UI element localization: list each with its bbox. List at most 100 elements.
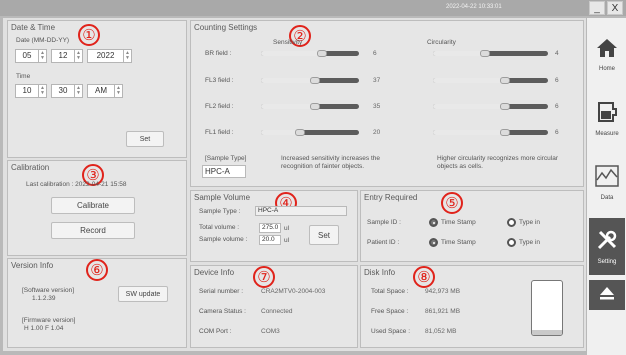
year-spinner[interactable]: 2022 ▲ ▼: [87, 49, 132, 63]
set-datetime-button[interactable]: Set: [126, 131, 164, 147]
circularity-slider[interactable]: [433, 103, 548, 110]
sensitivity-slider-knob[interactable]: [295, 129, 305, 136]
annotation-5: ⑤: [441, 192, 463, 214]
field-label: FL1 field :: [205, 129, 234, 136]
sensitivity-slider-fill: [261, 78, 315, 83]
sensitivity-value: 6: [373, 50, 377, 57]
sensitivity-slider[interactable]: [261, 77, 359, 84]
sidebar-item-label: Measure: [595, 130, 619, 137]
sidebar-item-data[interactable]: Data: [589, 154, 625, 211]
datetime-panel: Date & Time ① Date (MM-DD-YY) 05 ▲ ▼ 12 ▲…: [7, 20, 187, 158]
sample-type-label: [Sample Type]: [205, 155, 247, 162]
circularity-slider-fill: [433, 104, 505, 109]
month-spinner[interactable]: 05 ▲ ▼: [15, 49, 47, 63]
spin-arrows-icon[interactable]: ▲ ▼: [123, 50, 131, 62]
sensitivity-slider[interactable]: [261, 103, 359, 110]
spin-arrows-icon[interactable]: ▲ ▼: [38, 50, 46, 62]
circularity-slider-knob[interactable]: [500, 129, 510, 136]
circularity-slider[interactable]: [433, 77, 548, 84]
minute-spinner[interactable]: 30 ▲ ▼: [51, 84, 83, 98]
counting-title: Counting Settings: [194, 23, 258, 32]
sidebar-item-setting[interactable]: Setting: [589, 218, 625, 275]
hour-spinner[interactable]: 10 ▲ ▼: [15, 84, 47, 98]
disk-info-panel: Disk Info ⑧ Total Space : 942,973 MB Fre…: [360, 265, 584, 348]
total-volume-input[interactable]: 275.0: [259, 223, 281, 233]
ampm-value: AM: [95, 86, 107, 95]
sample-id-label: Sample ID :: [367, 219, 401, 226]
circularity-slider-knob[interactable]: [500, 77, 510, 84]
circularity-value: 6: [555, 77, 559, 84]
circularity-slider-knob[interactable]: [500, 103, 510, 110]
datetime-title: Date & Time: [11, 23, 56, 32]
sample-volume-input[interactable]: 20.0: [259, 235, 281, 245]
minimize-button[interactable]: _: [589, 1, 605, 15]
hour-value: 10: [22, 86, 32, 95]
sensitivity-header: Sensitivity: [273, 39, 303, 46]
spin-arrows-icon[interactable]: ▲ ▼: [74, 85, 82, 97]
sidebar-item-label: Setting: [597, 258, 617, 265]
device-title: Device Info: [194, 268, 235, 277]
used-space-value: 81,052 MB: [425, 328, 457, 335]
sidebar-item-measure[interactable]: Measure: [589, 90, 625, 147]
sample-type-dropdown[interactable]: HPC-A: [255, 206, 347, 216]
circularity-value: 6: [555, 103, 559, 110]
sidebar-item-label: Data: [600, 194, 614, 201]
patient-id-timestamp-radio[interactable]: [429, 238, 438, 247]
disk-usage-gauge: [531, 280, 563, 336]
close-button[interactable]: X: [607, 1, 623, 15]
field-label: FL2 field :: [205, 103, 234, 110]
eject-button[interactable]: [589, 280, 625, 310]
spin-arrows-icon[interactable]: ▲ ▼: [38, 85, 46, 97]
record-button[interactable]: Record: [51, 222, 135, 239]
house-icon: [596, 38, 618, 63]
day-spinner[interactable]: 12 ▲ ▼: [51, 49, 83, 63]
patient-id-typein-radio[interactable]: [507, 238, 516, 247]
ampm-spinner[interactable]: AM ▲ ▼: [87, 84, 123, 98]
firmware-label: [Firmware version]: [22, 317, 76, 324]
set-volume-button[interactable]: Set: [309, 225, 339, 245]
date-label: Date (MM-DD-YY): [16, 37, 70, 44]
software-label: [Software version]: [22, 287, 75, 294]
sidebar-item-home[interactable]: Home: [589, 26, 625, 83]
sw-update-button[interactable]: SW update: [118, 286, 168, 302]
version-panel: Version Info ⑥ [Software version] 1.1.2.…: [7, 258, 187, 348]
sample-type-select[interactable]: HPC-A: [202, 165, 246, 178]
sensitivity-slider-knob[interactable]: [310, 103, 320, 110]
patient-id-timestamp-label: Time Stamp: [441, 239, 476, 246]
sample-id-timestamp-radio[interactable]: [429, 218, 438, 227]
patient-id-label: Patient ID :: [367, 239, 400, 246]
disk-title: Disk Info: [364, 268, 396, 277]
sample-volume-label: Sample volume :: [199, 236, 248, 243]
annotation-7: ⑦: [253, 266, 275, 288]
sensitivity-slider-knob[interactable]: [310, 77, 320, 84]
sensitivity-slider-fill: [261, 104, 315, 109]
disk-usage-fill: [532, 330, 562, 335]
used-space-label: Used Space :: [371, 328, 411, 335]
circularity-slider-fill: [433, 51, 485, 56]
circularity-slider[interactable]: [433, 50, 548, 57]
sensitivity-slider-knob[interactable]: [317, 50, 327, 57]
spin-arrows-icon[interactable]: ▲ ▼: [74, 50, 82, 62]
calibrate-button[interactable]: Calibrate: [51, 197, 135, 214]
sidebar-nav: Home Measure Data Setting: [587, 18, 626, 355]
circularity-slider-knob[interactable]: [480, 50, 490, 57]
camera-value: Connected: [261, 308, 293, 315]
serial-value: CRA2MTV0-2004-003: [261, 288, 326, 295]
sensitivity-slider[interactable]: [261, 50, 359, 57]
sample-id-timestamp-label: Time Stamp: [441, 219, 476, 226]
circularity-slider[interactable]: [433, 129, 548, 136]
counting-settings-panel: Counting Settings ② Sensitivity Circular…: [190, 20, 584, 187]
calibration-title: Calibration: [11, 163, 50, 172]
firmware-value: H 1.00 F 1.04: [24, 325, 64, 332]
sample-volume-title: Sample Volume: [194, 193, 251, 202]
sensitivity-slider[interactable]: [261, 129, 359, 136]
entry-title: Entry Required: [364, 193, 418, 202]
sample-id-typein-radio[interactable]: [507, 218, 516, 227]
sensitivity-note: Increased sensitivity increases the reco…: [281, 155, 380, 170]
circularity-value: 6: [555, 129, 559, 136]
circularity-slider-fill: [433, 78, 505, 83]
patient-id-typein-label: Type in: [519, 239, 540, 246]
spin-arrows-icon[interactable]: ▲ ▼: [114, 85, 122, 97]
field-label: FL3 field :: [205, 77, 234, 84]
time-label: Time: [16, 73, 31, 80]
